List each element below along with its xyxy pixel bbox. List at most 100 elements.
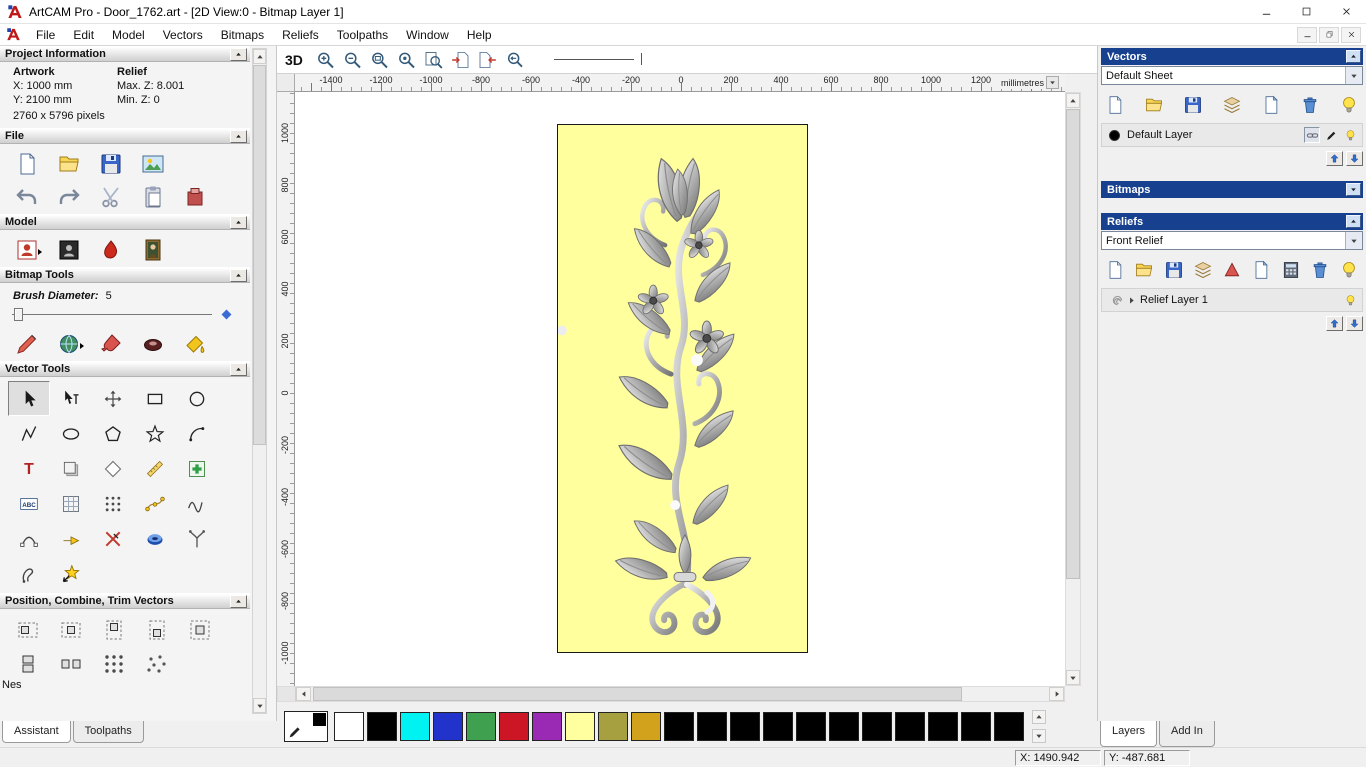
palette-colour-11[interactable]: [697, 712, 727, 741]
align-stack-icon[interactable]: [14, 651, 42, 677]
save-model-icon[interactable]: [98, 151, 124, 177]
move-layer-up-button[interactable]: [1326, 151, 1343, 166]
edit-layer-button[interactable]: [1323, 127, 1339, 143]
align-center-h-icon[interactable]: [57, 617, 85, 643]
new-layer-icon[interactable]: [1105, 260, 1125, 280]
block-copy-tool[interactable]: [92, 486, 134, 521]
current-colour-swatch[interactable]: [284, 711, 328, 742]
paste-icon[interactable]: [140, 184, 166, 210]
scrollbar-thumb[interactable]: [1066, 109, 1080, 579]
relief-combobox[interactable]: Front Relief: [1101, 231, 1363, 250]
grid-snap-tool[interactable]: [50, 486, 92, 521]
line-width-widget[interactable]: [553, 53, 642, 65]
menu-edit[interactable]: Edit: [64, 25, 103, 45]
bezier-fork-tool[interactable]: [176, 521, 218, 556]
scrollbar-thumb[interactable]: [313, 687, 963, 701]
open-layer-icon[interactable]: [1144, 95, 1164, 115]
menu-help[interactable]: Help: [458, 25, 501, 45]
relief-dropdown-button[interactable]: [1345, 232, 1362, 249]
delete-layer-icon[interactable]: [1300, 95, 1320, 115]
snap-right-icon[interactable]: [476, 50, 499, 70]
node-editing-tool[interactable]: [50, 381, 92, 416]
lock-layer-button[interactable]: [1304, 127, 1320, 143]
wrap-vectors-tool[interactable]: [50, 521, 92, 556]
open-model-icon[interactable]: [56, 151, 82, 177]
collapse-button[interactable]: [230, 268, 247, 282]
close-button[interactable]: [1326, 0, 1366, 23]
texture-relief-icon[interactable]: [140, 237, 166, 263]
merge-layers-icon[interactable]: [1222, 95, 1242, 115]
scroll-left-button[interactable]: [296, 687, 311, 701]
block-copy-icon[interactable]: [100, 651, 128, 677]
collapse-button[interactable]: [1346, 50, 1361, 63]
undo-icon[interactable]: [14, 184, 40, 210]
trim-vectors-tool[interactable]: [92, 521, 134, 556]
palette-colour-20[interactable]: [994, 712, 1024, 741]
palette-colour-19[interactable]: [961, 712, 991, 741]
snap-left-icon[interactable]: [449, 50, 472, 70]
toggle-all-visibility-icon[interactable]: [1339, 260, 1359, 280]
align-bottom-icon[interactable]: [143, 617, 171, 643]
tab-layers[interactable]: Layers: [1100, 721, 1158, 747]
create-text-tool[interactable]: T: [8, 451, 50, 486]
palette-scroll-up-button[interactable]: [1032, 710, 1046, 724]
palette-colour-14[interactable]: [796, 712, 826, 741]
relief-layer-row[interactable]: Relief Layer 1: [1101, 288, 1363, 312]
paste-relief-icon[interactable]: [1222, 260, 1242, 280]
mdi-minimize-button[interactable]: [1297, 26, 1317, 43]
collapse-button[interactable]: [230, 362, 247, 376]
layer-colour-dot[interactable]: [1109, 129, 1120, 141]
align-center-icon[interactable]: [186, 617, 214, 643]
brush-diameter-slider[interactable]: [12, 306, 238, 324]
measure-tool[interactable]: [134, 451, 176, 486]
zoom-objects-icon[interactable]: [395, 50, 418, 70]
layer-visibility-button[interactable]: [1342, 292, 1358, 308]
palette-scroll-down-button[interactable]: [1032, 729, 1046, 743]
arc-fit-tool[interactable]: [8, 521, 50, 556]
import-image-icon[interactable]: [140, 151, 166, 177]
loop-curve-tool[interactable]: [8, 556, 50, 591]
create-diamond-tool[interactable]: [92, 451, 134, 486]
menu-file[interactable]: File: [27, 25, 64, 45]
new-sheet-icon[interactable]: [1261, 95, 1281, 115]
save-layer-icon[interactable]: [1183, 95, 1203, 115]
palette-colour-10[interactable]: [664, 712, 694, 741]
select-vectors-tool[interactable]: [8, 381, 50, 416]
menu-toolpaths[interactable]: Toolpaths: [328, 25, 397, 45]
palette-colour-13[interactable]: [763, 712, 793, 741]
menu-model[interactable]: Model: [103, 25, 154, 45]
palette-colour-17[interactable]: [895, 712, 925, 741]
palette-colour-5[interactable]: [499, 712, 529, 741]
open-layer-icon[interactable]: [1134, 260, 1154, 280]
palette-colour-3[interactable]: [433, 712, 463, 741]
palette-colour-7[interactable]: [565, 712, 595, 741]
scatter-icon[interactable]: [143, 651, 171, 677]
menu-reliefs[interactable]: Reliefs: [273, 25, 328, 45]
horizontal-scrollbar[interactable]: [277, 686, 1065, 702]
create-polyline-tool[interactable]: [8, 416, 50, 451]
invert-relief-icon[interactable]: [56, 237, 82, 263]
align-top-icon[interactable]: [100, 617, 128, 643]
paint-pencil-icon[interactable]: [14, 331, 40, 357]
zoom-in-icon[interactable]: [314, 50, 337, 70]
palette-colour-9[interactable]: [631, 712, 661, 741]
scroll-down-button[interactable]: [253, 698, 266, 713]
cut-icon[interactable]: [98, 184, 124, 210]
scroll-up-button[interactable]: [253, 49, 266, 64]
edit-model-icon[interactable]: [14, 237, 42, 263]
tab-add-in[interactable]: Add In: [1159, 721, 1215, 747]
expand-button[interactable]: [1346, 183, 1361, 196]
delete-layer-icon[interactable]: [1310, 260, 1330, 280]
assistant-scrollbar[interactable]: [252, 48, 267, 714]
paint-brush-icon[interactable]: [98, 331, 124, 357]
colour-globe-icon[interactable]: [56, 331, 84, 357]
create-rectangle-tool[interactable]: [134, 381, 176, 416]
slider-thumb[interactable]: [14, 308, 23, 321]
palette-colour-1[interactable]: [367, 712, 397, 741]
create-polygon-tool[interactable]: [92, 416, 134, 451]
zoom-page-icon[interactable]: [422, 50, 445, 70]
align-left-icon[interactable]: [14, 617, 42, 643]
menu-bitmaps[interactable]: Bitmaps: [212, 25, 273, 45]
create-star-tool[interactable]: [134, 416, 176, 451]
create-circle-tool[interactable]: [176, 381, 218, 416]
